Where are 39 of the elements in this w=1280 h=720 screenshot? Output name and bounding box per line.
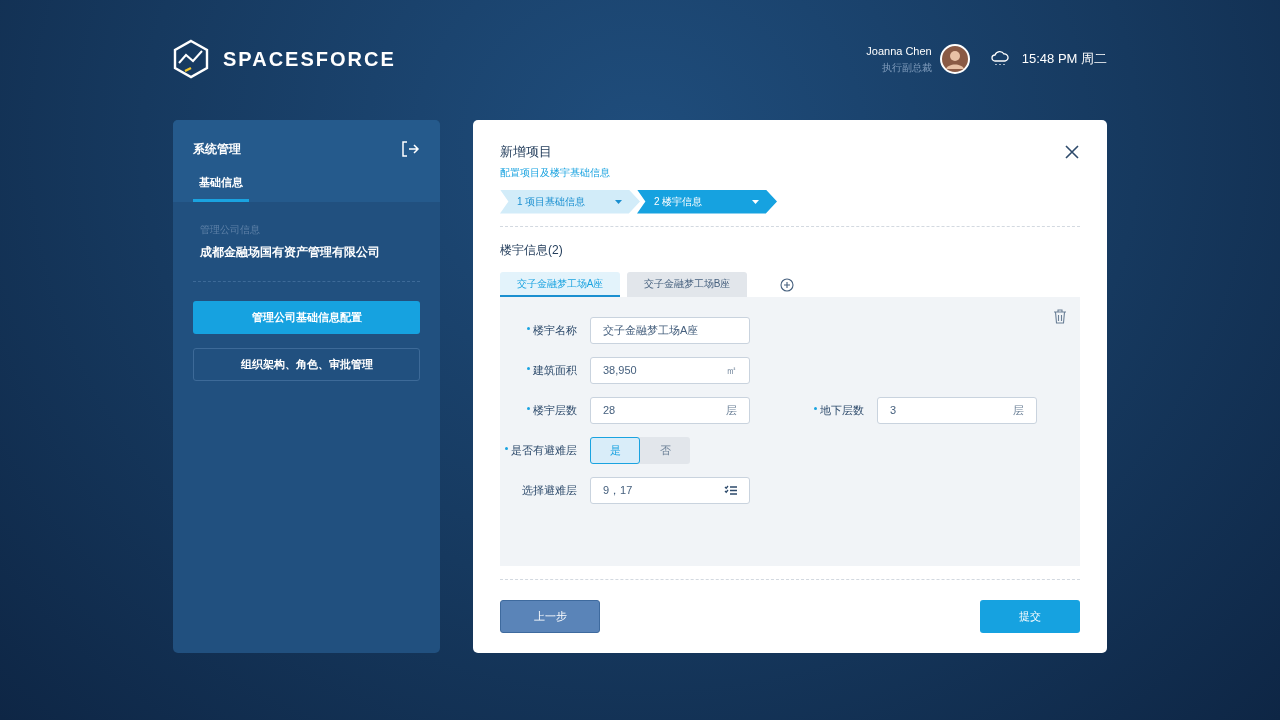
field-label: 是否有避难层	[511, 442, 577, 458]
add-icon[interactable]	[780, 277, 794, 292]
field-label: 地下层数	[820, 402, 864, 418]
caret-icon	[752, 199, 759, 204]
field-label: 楼宇名称	[533, 322, 577, 338]
back-button[interactable]: 上一步	[500, 600, 600, 633]
step-tab[interactable]: 2 楼宇信息	[637, 189, 777, 214]
company-name: 成都金融场国有资产管理有限公司	[199, 243, 381, 261]
sidebar-menu-item[interactable]: 组织架构、角色、审批管理	[193, 347, 420, 381]
sidebar-tab[interactable]: 基础信息	[193, 174, 249, 202]
user-name: Joanna Chen	[866, 44, 932, 60]
select-field[interactable]: 9，17	[590, 476, 750, 504]
weather-icon	[989, 50, 1010, 68]
submit-button[interactable]: 提交	[980, 600, 1080, 633]
trash-icon[interactable]	[1053, 308, 1067, 324]
close-icon[interactable]	[1064, 144, 1080, 160]
section-title: 楼宇信息(2)	[500, 241, 564, 259]
dialog-title: 新增项目	[500, 143, 553, 161]
input-field[interactable]: 38,950 ㎡	[590, 356, 750, 384]
input-field[interactable]: 28 层	[590, 396, 750, 424]
building-tab[interactable]: 交子金融梦工场B座	[627, 271, 747, 297]
checklist-icon	[724, 484, 737, 496]
dialog-subtitle: 配置项目及楼宇基础信息	[500, 165, 610, 180]
field-label: 建筑面积	[533, 362, 577, 378]
input-field[interactable]: 交子金融梦工场A座	[590, 316, 750, 344]
logout-icon[interactable]	[402, 141, 420, 157]
toggle-option[interactable]: 否	[640, 436, 690, 464]
brand-name: SPACESFORCE	[223, 47, 396, 72]
field-label: 选择避难层	[522, 482, 577, 498]
avatar	[939, 44, 970, 74]
sidebar-title: 系统管理	[193, 141, 241, 158]
logo-icon	[173, 39, 209, 79]
caret-icon	[615, 199, 622, 204]
field-label: 楼宇层数	[533, 402, 577, 418]
sidebar-menu-item[interactable]: 管理公司基础信息配置	[193, 300, 420, 334]
clock: 15:48 PM 周二	[1021, 50, 1107, 69]
user-role: 执行副总裁	[881, 60, 932, 75]
step-tab[interactable]: 1 项目基础信息	[500, 189, 640, 214]
input-field[interactable]: 3 层	[877, 396, 1037, 424]
